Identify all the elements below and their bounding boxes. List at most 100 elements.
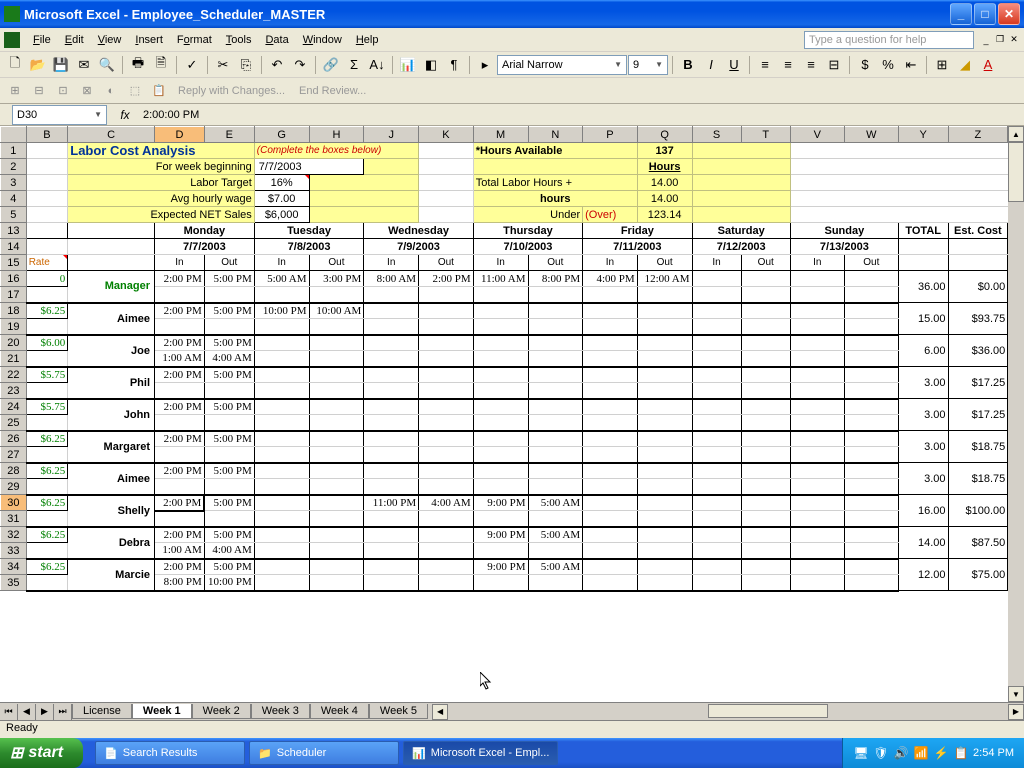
bold-button[interactable]: B: [677, 54, 699, 76]
tab-first-button[interactable]: ⏮: [0, 704, 18, 720]
tray-icon[interactable]: ⚡: [933, 745, 949, 761]
time-cell[interactable]: [583, 335, 638, 351]
copy-button[interactable]: ⎘: [235, 54, 257, 76]
time-cell[interactable]: [254, 543, 309, 559]
time-cell[interactable]: 9:00 PM: [473, 527, 528, 543]
time-cell[interactable]: [637, 527, 692, 543]
scroll-thumb[interactable]: [1008, 142, 1024, 202]
time-cell[interactable]: [637, 351, 692, 367]
menu-edit[interactable]: Edit: [58, 32, 91, 48]
undo-button[interactable]: ↶: [266, 54, 288, 76]
time-cell[interactable]: 10:00 AM: [309, 303, 364, 319]
time-cell[interactable]: [741, 511, 790, 527]
rate-cell[interactable]: $6.25: [26, 463, 68, 479]
time-cell[interactable]: [637, 511, 692, 527]
time-cell[interactable]: [364, 431, 419, 447]
time-cell[interactable]: [637, 367, 692, 383]
time-cell[interactable]: 10:00 PM: [254, 303, 309, 319]
time-cell[interactable]: [844, 415, 898, 431]
review-icon-7[interactable]: 📋: [148, 80, 170, 102]
time-cell[interactable]: 5:00 PM: [204, 431, 254, 447]
time-cell[interactable]: [254, 415, 309, 431]
font-size-selector[interactable]: 9▼: [628, 55, 668, 75]
time-cell[interactable]: [204, 447, 254, 463]
time-cell[interactable]: 9:00 PM: [473, 495, 528, 511]
time-cell[interactable]: 8:00 PM: [155, 575, 205, 591]
tray-icon[interactable]: 🔊: [893, 745, 909, 761]
rate-cell[interactable]: $6.00: [26, 335, 68, 351]
time-cell[interactable]: [528, 511, 583, 527]
time-cell[interactable]: [741, 527, 790, 543]
time-cell[interactable]: [692, 575, 741, 591]
net-sales-input[interactable]: $6,000: [254, 207, 309, 223]
time-cell[interactable]: 5:00 PM: [204, 399, 254, 415]
time-cell[interactable]: [790, 303, 844, 319]
time-cell[interactable]: [473, 287, 528, 303]
align-right-button[interactable]: ≡: [800, 54, 822, 76]
time-cell[interactable]: [419, 511, 474, 527]
time-cell[interactable]: [309, 463, 364, 479]
scroll-up-button[interactable]: ▲: [1008, 126, 1024, 142]
time-cell[interactable]: [790, 495, 844, 511]
redo-button[interactable]: ↷: [289, 54, 311, 76]
cut-button[interactable]: ✂: [212, 54, 234, 76]
time-cell[interactable]: [790, 543, 844, 559]
time-cell[interactable]: [637, 303, 692, 319]
time-cell[interactable]: [528, 303, 583, 319]
time-cell[interactable]: 2:00 PM: [155, 431, 205, 447]
maximize-button[interactable]: □: [974, 3, 996, 25]
time-cell[interactable]: 2:00 PM: [155, 495, 205, 511]
avg-wage-input[interactable]: $7.00: [254, 191, 309, 207]
time-cell[interactable]: [528, 399, 583, 415]
time-cell[interactable]: [844, 335, 898, 351]
rate-cell[interactable]: $6.25: [26, 303, 68, 319]
time-cell[interactable]: [844, 287, 898, 303]
time-cell[interactable]: 2:00 PM: [419, 271, 474, 287]
time-cell[interactable]: [844, 303, 898, 319]
time-cell[interactable]: [790, 527, 844, 543]
document-icon[interactable]: [4, 32, 20, 48]
time-cell[interactable]: [254, 383, 309, 399]
time-cell[interactable]: [844, 367, 898, 383]
time-cell[interactable]: [741, 303, 790, 319]
time-cell[interactable]: [790, 447, 844, 463]
fx-button[interactable]: fx: [111, 108, 139, 122]
time-cell[interactable]: [583, 511, 638, 527]
time-cell[interactable]: 2:00 PM: [155, 367, 205, 383]
time-cell[interactable]: [419, 463, 474, 479]
time-cell[interactable]: 5:00 AM: [528, 559, 583, 575]
help-search-box[interactable]: Type a question for help: [804, 31, 974, 49]
time-cell[interactable]: [583, 431, 638, 447]
time-cell[interactable]: [254, 367, 309, 383]
time-cell[interactable]: [844, 431, 898, 447]
fill-color-button[interactable]: ◢: [954, 54, 976, 76]
review-icon-5[interactable]: ◐: [100, 80, 122, 102]
time-cell[interactable]: [692, 335, 741, 351]
tray-icon[interactable]: 📋: [953, 745, 969, 761]
column-header[interactable]: B: [26, 127, 68, 143]
time-cell[interactable]: [419, 351, 474, 367]
time-cell[interactable]: [155, 447, 205, 463]
time-cell[interactable]: [844, 463, 898, 479]
time-cell[interactable]: 5:00 PM: [204, 559, 254, 575]
mdi-minimize-button[interactable]: _: [980, 34, 992, 46]
time-cell[interactable]: 12:00 AM: [637, 271, 692, 287]
time-cell[interactable]: [741, 383, 790, 399]
time-cell[interactable]: [309, 383, 364, 399]
time-cell[interactable]: [844, 351, 898, 367]
mdi-close-button[interactable]: ✕: [1008, 34, 1020, 46]
time-cell[interactable]: [528, 319, 583, 335]
time-cell[interactable]: [692, 447, 741, 463]
time-cell[interactable]: [692, 431, 741, 447]
time-cell[interactable]: 5:00 PM: [204, 367, 254, 383]
time-cell[interactable]: [254, 559, 309, 575]
time-cell[interactable]: [790, 431, 844, 447]
menu-tools[interactable]: Tools: [219, 32, 259, 48]
time-cell[interactable]: [692, 415, 741, 431]
open-button[interactable]: 📂: [27, 54, 49, 76]
time-cell[interactable]: [844, 511, 898, 527]
time-cell[interactable]: [790, 415, 844, 431]
time-cell[interactable]: [254, 399, 309, 415]
sheet-tab[interactable]: Week 4: [310, 704, 369, 719]
time-cell[interactable]: [637, 415, 692, 431]
